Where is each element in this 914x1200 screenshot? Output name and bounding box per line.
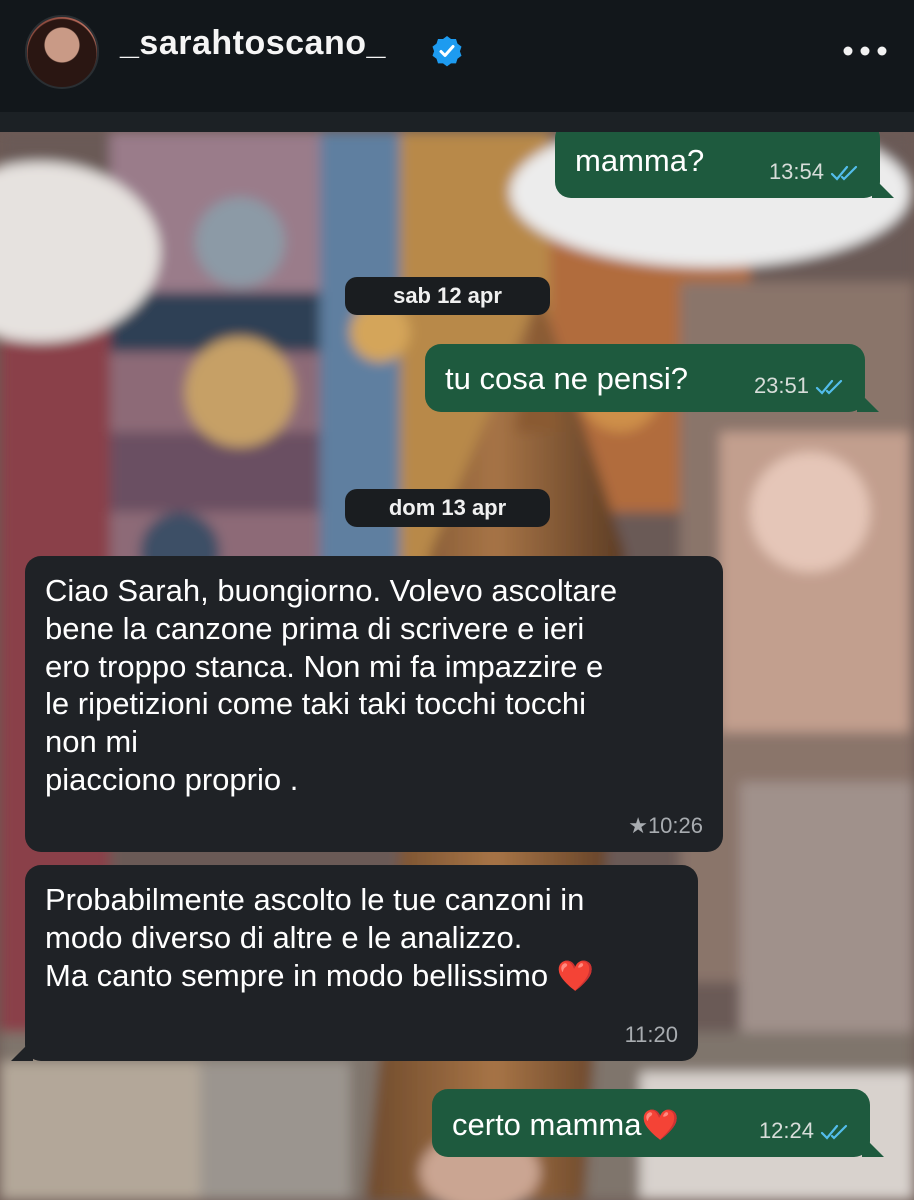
message-meta: 11:20	[625, 1022, 678, 1049]
message-time: ★10:26	[628, 813, 703, 839]
outgoing-message[interactable]: mamma? 13:54	[555, 132, 894, 198]
date-separator: dom 13 apr	[345, 489, 550, 527]
heart-emoji: ❤️	[641, 1109, 679, 1142]
message-time: 11:20	[624, 1022, 678, 1048]
incoming-message[interactable]: Probabilmente ascolto le tue canzoni in …	[11, 865, 698, 1061]
message-time: 13:54	[768, 159, 824, 185]
header-divider	[0, 112, 914, 132]
verified-badge-icon	[432, 36, 462, 67]
bubble-tail	[872, 176, 894, 198]
bubble-tail	[857, 390, 879, 412]
bubble-tail	[862, 1135, 884, 1157]
message-meta: ★10:26	[628, 813, 703, 840]
date-separator: sab 12 apr	[345, 277, 550, 315]
message-meta: 12:24	[759, 1118, 850, 1145]
outgoing-message[interactable]: tu cosa ne pensi? 23:51	[425, 344, 879, 412]
read-receipt-icon	[815, 379, 843, 395]
message-text: Probabilmente ascolto le tue canzoni in …	[45, 882, 595, 993]
heart-emoji: ❤️	[556, 959, 595, 993]
message-meta: 23:51	[754, 373, 845, 400]
message-time: 23:51	[753, 373, 809, 399]
outgoing-message[interactable]: certo mamma❤️ 12:24	[432, 1089, 884, 1157]
avatar[interactable]	[25, 15, 99, 89]
read-receipt-icon	[820, 1124, 848, 1140]
read-receipt-icon	[830, 165, 858, 181]
username[interactable]: _sarahtoscano_	[120, 24, 386, 63]
bubble-tail	[11, 1039, 33, 1061]
message-time: 12:24	[758, 1118, 814, 1144]
incoming-message[interactable]: Ciao Sarah, buongiorno. Volevo ascoltare…	[25, 556, 723, 852]
message-text: Ciao Sarah, buongiorno. Volevo ascoltare…	[45, 573, 618, 798]
more-options-icon[interactable]	[840, 36, 890, 66]
message-meta: 13:54	[769, 159, 860, 186]
profile-header: _sarahtoscano_	[0, 0, 914, 112]
chat-area[interactable]: mamma? 13:54 sab 12 apr tu cosa ne pensi…	[0, 132, 914, 1200]
